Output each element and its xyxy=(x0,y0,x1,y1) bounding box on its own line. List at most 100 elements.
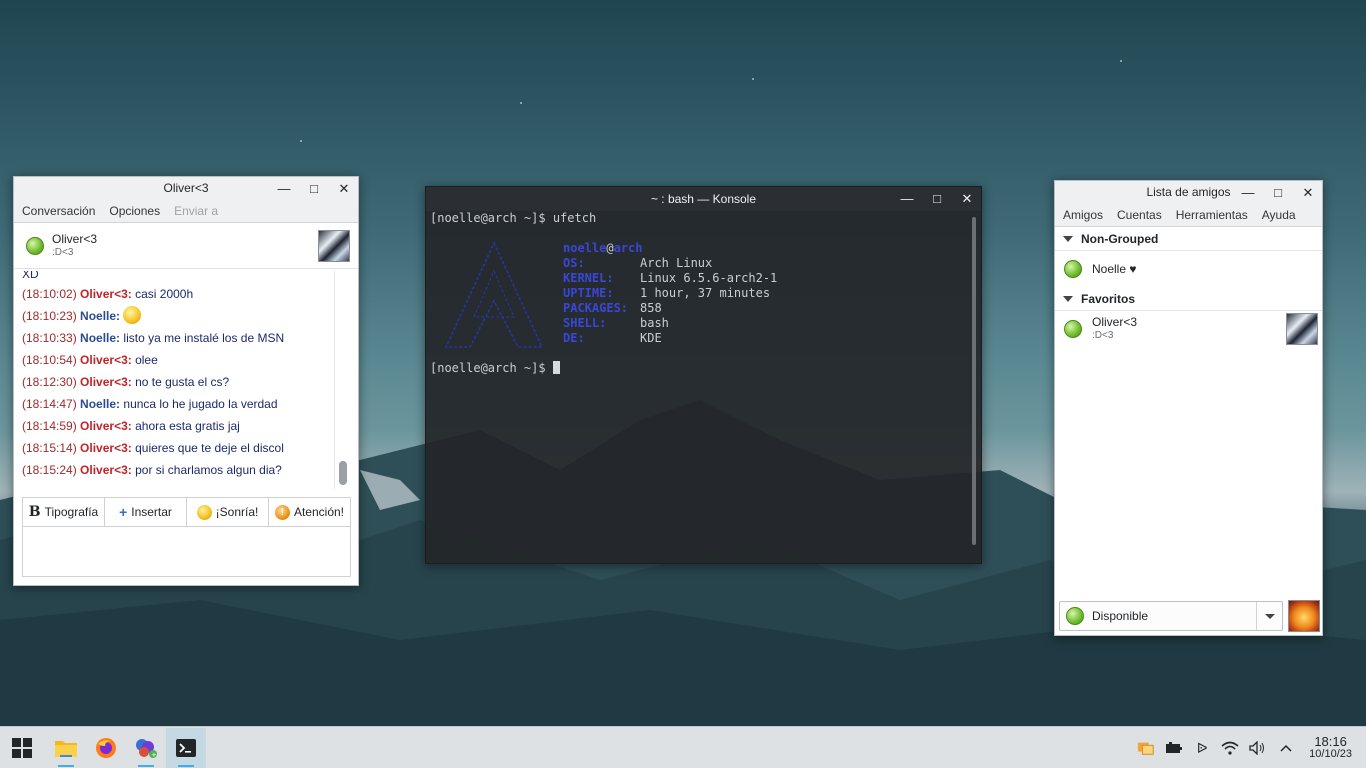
message-partial: XD xyxy=(22,271,39,281)
terminal-output[interactable]: [noelle@arch ~]$ ufetch noelle@arch OS: A… xyxy=(430,211,777,376)
message-row: (18:12:30) Oliver<3: no te gusta el cs? xyxy=(22,375,230,389)
message-row: (18:10:02) Oliver<3: casi 2000h xyxy=(22,287,194,301)
chevron-down-icon[interactable] xyxy=(1256,602,1282,630)
minimize-icon[interactable]: — xyxy=(899,190,915,206)
system-tray: ᐉ 18:16 10/10/23 xyxy=(1137,727,1366,768)
chevron-up-icon[interactable] xyxy=(1277,739,1295,757)
online-status-icon xyxy=(1064,260,1082,278)
message-row: (18:15:24) Oliver<3: por si charlamos al… xyxy=(22,463,282,477)
notifications-icon[interactable] xyxy=(1137,739,1155,757)
clock-date: 10/10/23 xyxy=(1309,748,1352,760)
konsole-titlebar[interactable]: ~ : bash — Konsole — □ ✕ xyxy=(426,187,981,211)
svg-text:+: + xyxy=(151,751,157,759)
plus-icon: + xyxy=(119,504,128,520)
close-icon[interactable]: ✕ xyxy=(336,180,352,196)
online-status-icon xyxy=(26,236,44,255)
message-history: XD (18:10:02) Oliver<3: casi 2000h (18:1… xyxy=(22,271,336,489)
contact-avatar[interactable] xyxy=(1286,313,1318,345)
contact-list-menubar: Amigos Cuentas Herramientas Ayuda xyxy=(1055,203,1322,227)
smiley-icon xyxy=(196,504,212,520)
menu-opciones[interactable]: Opciones xyxy=(109,204,160,218)
terminal-line: UPTIME: 1 hour, 37 minutes xyxy=(563,286,771,300)
scrollbar-thumb[interactable] xyxy=(339,461,347,485)
menu-conversacion[interactable]: Conversación xyxy=(22,204,95,218)
status-select[interactable]: Disponible xyxy=(1059,601,1283,631)
message-row: (18:10:33) Noelle: listo ya me instalé l… xyxy=(22,331,285,345)
messenger-icon: + xyxy=(136,738,157,759)
menu-herramientas[interactable]: Herramientas xyxy=(1176,208,1248,222)
message-input[interactable] xyxy=(22,527,351,577)
message-scrollbar[interactable] xyxy=(334,271,350,489)
contact-name: Noelle ♥ xyxy=(1092,262,1137,276)
battery-icon[interactable] xyxy=(1165,739,1183,757)
group-non-grouped[interactable]: Non-Grouped xyxy=(1055,227,1322,251)
volume-icon[interactable] xyxy=(1249,739,1267,757)
menu-enviar-a: Enviar a xyxy=(174,203,219,218)
contact-name: Oliver<3 xyxy=(52,231,98,246)
app-launcher-icon xyxy=(12,737,32,758)
message-row: (18:10:23) Noelle: xyxy=(22,305,336,327)
taskbar: + ᐉ 18:16 10/10/23 xyxy=(0,726,1366,768)
maximize-icon[interactable]: □ xyxy=(1270,184,1286,200)
contact-list-title: Lista de amigos xyxy=(1146,185,1231,199)
chat-window-title: Oliver<3 xyxy=(163,181,209,195)
taskbar-messenger[interactable]: + xyxy=(126,728,166,768)
font-button[interactable]: B Tipografía xyxy=(23,498,105,526)
online-status-icon xyxy=(1066,607,1084,625)
close-icon[interactable]: ✕ xyxy=(1300,184,1316,200)
message-row: (18:15:14) Oliver<3: quieres que te deje… xyxy=(22,441,284,455)
close-icon[interactable]: ✕ xyxy=(959,190,975,206)
status-value: Disponible xyxy=(1092,609,1149,623)
menu-amigos[interactable]: Amigos xyxy=(1063,208,1103,222)
thinking-emoticon-icon xyxy=(123,306,142,324)
message-row: (18:10:54) Oliver<3: olee xyxy=(22,353,158,367)
taskbar-firefox[interactable] xyxy=(86,728,126,768)
wifi-icon[interactable] xyxy=(1221,739,1239,757)
minimize-icon[interactable]: — xyxy=(1240,184,1256,200)
maximize-icon[interactable]: □ xyxy=(306,180,322,196)
taskbar-files[interactable] xyxy=(46,728,86,768)
contact-list-titlebar[interactable]: Lista de amigos — □ ✕ xyxy=(1055,181,1322,203)
maximize-icon[interactable]: □ xyxy=(929,190,945,206)
online-status-icon xyxy=(1064,320,1082,338)
group-favoritos[interactable]: Favoritos xyxy=(1055,287,1322,311)
contact-avatar[interactable] xyxy=(318,230,350,262)
terminal-icon xyxy=(176,738,196,757)
taskbar-konsole[interactable] xyxy=(166,727,206,768)
chat-window: Oliver<3 — □ ✕ Conversación Opciones Env… xyxy=(13,176,359,586)
terminal-line: SHELL: bash xyxy=(563,316,669,330)
menu-ayuda[interactable]: Ayuda xyxy=(1262,208,1296,222)
chat-contact-header: Oliver<3 :D<3 xyxy=(14,223,358,269)
my-avatar[interactable] xyxy=(1288,600,1320,632)
minimize-icon[interactable]: — xyxy=(276,180,292,196)
terminal-scrollbar[interactable] xyxy=(972,217,976,545)
terminal-line: PACKAGES: 858 xyxy=(563,301,662,315)
bluetooth-icon[interactable]: ᐉ xyxy=(1193,739,1211,757)
konsole-title: ~ : bash — Konsole xyxy=(650,192,757,206)
bold-icon: B xyxy=(28,504,41,520)
contact-item[interactable]: Noelle ♥ xyxy=(1055,251,1322,287)
message-row: (18:14:59) Oliver<3: ahora esta gratis j… xyxy=(22,419,240,433)
text-cursor xyxy=(552,361,560,374)
menu-cuentas[interactable]: Cuentas xyxy=(1117,208,1162,222)
chat-menubar: Conversación Opciones Enviar a xyxy=(14,199,358,223)
konsole-window: ~ : bash — Konsole — □ ✕ [noelle@arch ~]… xyxy=(425,186,982,564)
attention-icon: ! xyxy=(274,504,290,520)
attention-button[interactable]: ! Atención! xyxy=(269,498,350,526)
terminal-line: DE: KDE xyxy=(563,331,662,345)
chat-titlebar[interactable]: Oliver<3 — □ ✕ xyxy=(14,177,358,199)
firefox-icon xyxy=(96,737,116,758)
message-row: (18:14:47) Noelle: nunca lo he jugado la… xyxy=(22,397,278,411)
contact-item[interactable]: Oliver<3 :D<3 xyxy=(1055,311,1322,347)
start-menu-button[interactable] xyxy=(2,728,42,768)
chevron-down-icon xyxy=(1063,235,1073,242)
contact-list-window: Lista de amigos — □ ✕ Amigos Cuentas Her… xyxy=(1054,180,1323,636)
contact-status-message: :D<3 xyxy=(52,246,74,258)
insert-button[interactable]: + Insertar xyxy=(105,498,187,526)
clock-time: 18:16 xyxy=(1314,734,1347,749)
clock[interactable]: 18:16 10/10/23 xyxy=(1309,735,1352,761)
chevron-down-icon xyxy=(1063,295,1073,302)
compose-toolbar: B Tipografía + Insertar ¡Sonría! ! Atención… xyxy=(22,497,351,527)
smile-button[interactable]: ¡Sonría! xyxy=(187,498,269,526)
terminal-line: KERNEL: Linux 6.5.6-arch2-1 xyxy=(563,271,778,285)
